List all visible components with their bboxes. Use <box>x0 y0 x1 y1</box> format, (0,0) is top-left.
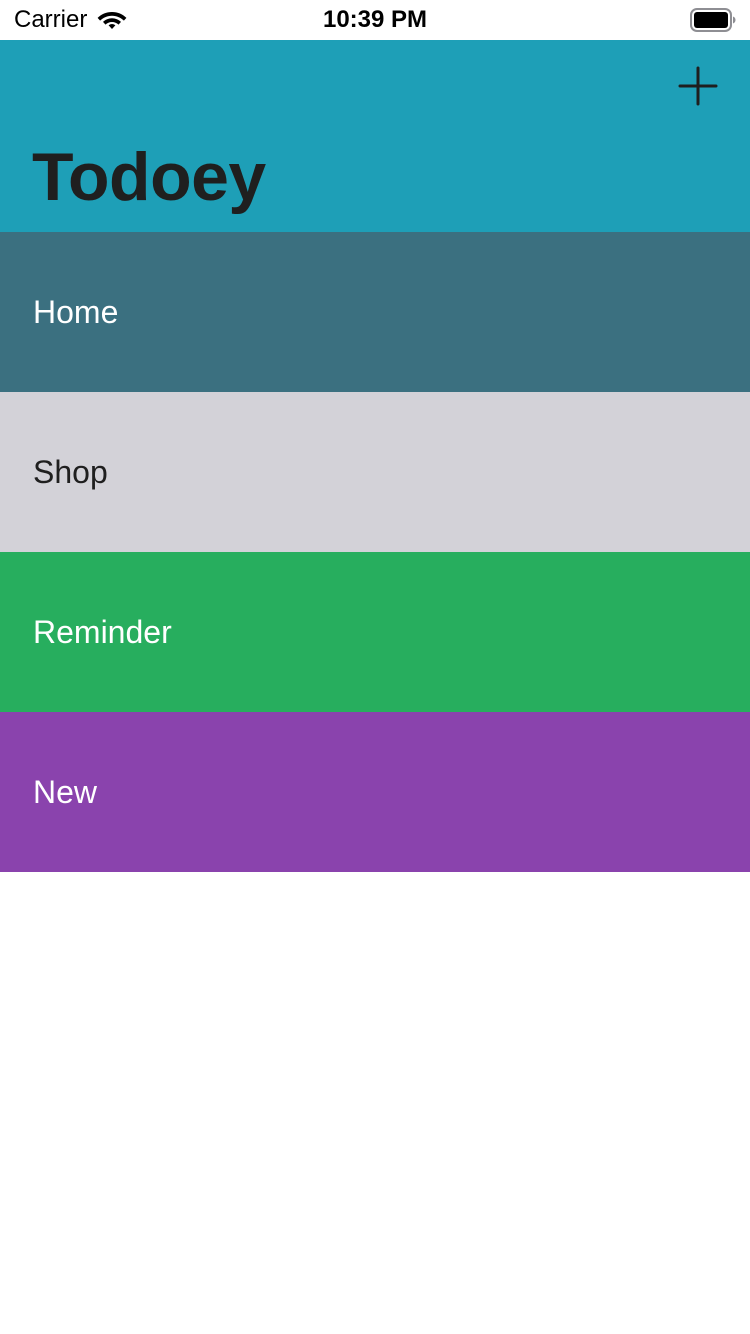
category-label: Home <box>33 294 119 330</box>
category-row-shop[interactable]: Shop <box>0 392 750 552</box>
plus-icon <box>678 66 718 106</box>
add-category-button[interactable] <box>674 62 722 110</box>
category-label: Reminder <box>33 614 172 650</box>
navigation-bar: Todoey <box>0 40 750 232</box>
page-title: Todoey <box>32 139 266 215</box>
battery-icon <box>690 8 736 32</box>
category-list: Home Shop Reminder New <box>0 232 750 872</box>
category-label: Shop <box>33 454 108 490</box>
category-row-new[interactable]: New <box>0 712 750 872</box>
category-row-reminder[interactable]: Reminder <box>0 552 750 712</box>
category-row-home[interactable]: Home <box>0 232 750 392</box>
status-bar: Carrier 10:39 PM <box>0 0 750 40</box>
category-label: New <box>33 774 98 810</box>
status-time: 10:39 PM <box>322 6 428 33</box>
